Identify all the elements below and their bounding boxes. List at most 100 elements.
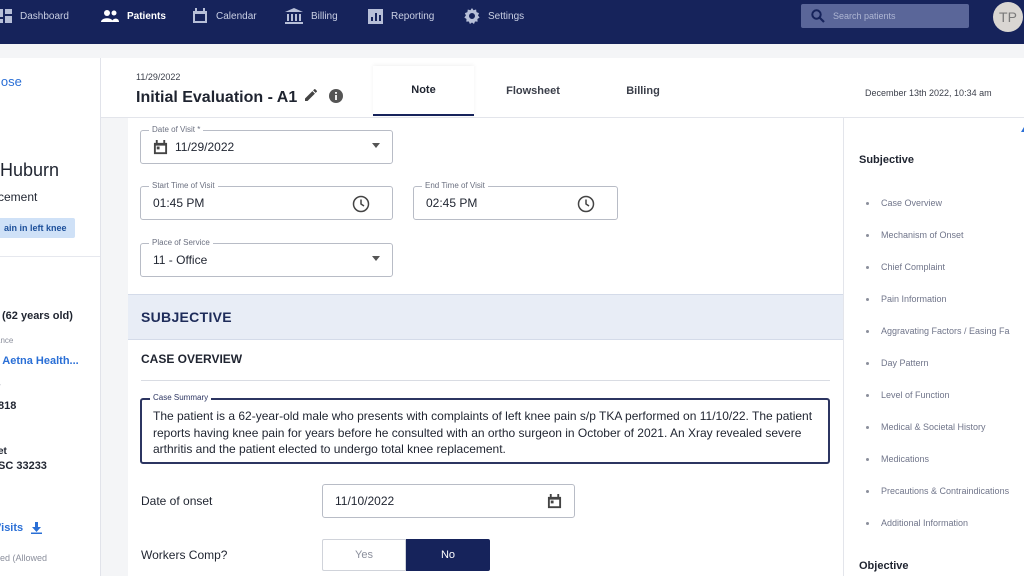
note-form: Date of Visit * 11/29/2022 Start Time of… bbox=[128, 118, 843, 576]
bullet-icon bbox=[866, 329, 869, 333]
subjective-section-header: SUBJECTIVE bbox=[128, 294, 843, 340]
search-input[interactable] bbox=[833, 11, 953, 21]
close-link[interactable]: lose bbox=[0, 74, 22, 89]
outline-item[interactable]: Medical & Societal History bbox=[866, 422, 986, 432]
outline-item[interactable]: Mechanism of Onset bbox=[866, 230, 964, 240]
scroll-up-icon[interactable] bbox=[1020, 126, 1024, 134]
workers-comp-yes-label: Yes bbox=[355, 549, 373, 561]
info-icon[interactable] bbox=[329, 89, 343, 108]
onset-date-field[interactable]: 11/10/2022 bbox=[322, 484, 575, 518]
tab-flowsheet[interactable]: Flowsheet bbox=[483, 66, 583, 116]
outline-item-label: Level of Function bbox=[881, 390, 950, 400]
visits-label: Visits bbox=[0, 522, 24, 534]
bullet-icon bbox=[866, 297, 869, 301]
bullet-icon bbox=[866, 489, 869, 493]
outline-subjective-heading[interactable]: Subjective bbox=[859, 154, 914, 166]
patient-age: (62 years old) bbox=[2, 310, 73, 322]
start-time-value: 01:45 PM bbox=[153, 196, 205, 210]
address-label: et bbox=[0, 446, 7, 457]
outline-item[interactable]: Level of Function bbox=[866, 390, 950, 400]
case-summary-textarea[interactable]: Case Summary The patient is a 62-year-ol… bbox=[140, 393, 830, 464]
nav-billing[interactable]: Billing bbox=[285, 0, 338, 32]
divider bbox=[141, 380, 830, 381]
tab-note-label: Note bbox=[411, 84, 436, 96]
insurance-link[interactable]: : Aetna Health... bbox=[0, 355, 79, 367]
patients-icon bbox=[101, 10, 119, 22]
end-time-label: End Time of Visit bbox=[422, 181, 488, 190]
visits-dot: . bbox=[0, 506, 1, 516]
bullet-icon bbox=[866, 265, 869, 269]
bullet-icon bbox=[866, 457, 869, 461]
tab-billing-label: Billing bbox=[626, 85, 660, 97]
patient-subtitle: cement bbox=[0, 190, 38, 204]
note-header: 11/29/2022 Initial Evaluation - A1 Note … bbox=[101, 58, 1024, 118]
workers-comp-no-label: No bbox=[440, 549, 456, 561]
date-of-visit-label: Date of Visit * bbox=[149, 125, 204, 134]
calendar-icon[interactable] bbox=[547, 494, 562, 509]
reporting-icon bbox=[368, 8, 383, 24]
end-time-field[interactable]: End Time of Visit 02:45 PM bbox=[413, 181, 618, 220]
start-time-label: Start Time of Visit bbox=[149, 181, 218, 190]
nav-settings-label: Settings bbox=[488, 10, 525, 22]
outline-item[interactable]: Case Overview bbox=[866, 198, 942, 208]
visits-download-link[interactable]: Visits bbox=[0, 522, 43, 534]
outline-item-label: Precautions & Contraindications bbox=[881, 486, 1010, 496]
start-time-field[interactable]: Start Time of Visit 01:45 PM bbox=[140, 181, 393, 220]
outline-item[interactable]: Pain Information bbox=[866, 294, 947, 304]
workers-comp-yes-button[interactable]: Yes bbox=[322, 539, 406, 571]
outline-item-label: Case Overview bbox=[881, 198, 943, 208]
note-timestamp: December 13th 2022, 10:34 am bbox=[865, 88, 992, 98]
note-title: Initial Evaluation - A1 bbox=[136, 89, 298, 106]
calendar-icon bbox=[193, 8, 207, 23]
patient-name: Huburn bbox=[0, 160, 60, 180]
outline-item-label: Aggravating Factors / Easing Fa bbox=[881, 326, 1010, 336]
nav-calendar-label: Calendar bbox=[216, 10, 257, 22]
outline-objective-heading[interactable]: Objective bbox=[859, 560, 909, 572]
nav-patients[interactable]: Patients bbox=[101, 0, 166, 32]
nav-calendar[interactable]: Calendar bbox=[192, 0, 257, 32]
download-icon bbox=[31, 522, 43, 534]
onset-label: Date of onset bbox=[141, 494, 213, 508]
clock-icon[interactable] bbox=[352, 195, 370, 213]
place-of-service-select[interactable]: Place of Service 11 - Office bbox=[140, 238, 393, 277]
bullet-icon bbox=[866, 233, 869, 237]
outline-item-label: Medications bbox=[881, 454, 930, 464]
nav-dashboard-label: Dashboard bbox=[20, 10, 69, 22]
nav-billing-label: Billing bbox=[311, 10, 338, 22]
nav-reporting-label: Reporting bbox=[391, 10, 435, 22]
tab-note[interactable]: Note bbox=[373, 66, 474, 116]
nav-dashboard[interactable]: Dashboard bbox=[0, 0, 69, 32]
patient-search[interactable] bbox=[801, 4, 969, 28]
place-of-service-value: 11 - Office bbox=[153, 253, 208, 267]
place-of-service-label: Place of Service bbox=[149, 238, 213, 247]
address-value: SC 33233 bbox=[0, 460, 47, 472]
date-of-visit-field[interactable]: Date of Visit * 11/29/2022 bbox=[140, 125, 393, 164]
complaint-chip: ain in left knee bbox=[0, 218, 75, 238]
user-avatar[interactable]: TP bbox=[993, 2, 1023, 32]
nav-reporting[interactable]: Reporting bbox=[368, 0, 434, 32]
outline-item-label: Day Pattern bbox=[881, 358, 929, 368]
outline-item[interactable]: Aggravating Factors / Easing Fa bbox=[866, 326, 1010, 336]
outline-item[interactable]: Day Pattern bbox=[866, 358, 929, 368]
outline-item[interactable]: Additional Information bbox=[866, 518, 968, 528]
workers-comp-no-button[interactable]: No bbox=[406, 539, 490, 571]
outline-item[interactable]: Precautions & Contraindications bbox=[866, 486, 1009, 496]
note-outline-panel: Subjective Case Overview Mechanism of Ons… bbox=[843, 118, 1024, 576]
bullet-icon bbox=[866, 521, 869, 525]
section-title: SUBJECTIVE bbox=[141, 309, 232, 325]
avatar-initials: TP bbox=[999, 9, 1017, 25]
outline-item[interactable]: Chief Complaint bbox=[866, 262, 945, 272]
clock-icon[interactable] bbox=[577, 195, 595, 213]
patient-info-panel: lose Huburn cement ain in left knee (62 … bbox=[0, 58, 101, 576]
tab-billing[interactable]: Billing bbox=[593, 66, 693, 116]
nav-settings[interactable]: Settings bbox=[464, 0, 524, 32]
outline-item-label: Mechanism of Onset bbox=[881, 230, 964, 240]
nav-patients-label: Patients bbox=[127, 10, 166, 22]
divider bbox=[0, 256, 100, 257]
edit-icon[interactable] bbox=[305, 88, 318, 106]
outline-item[interactable]: Medications bbox=[866, 454, 929, 464]
settings-icon bbox=[464, 8, 480, 24]
top-navigation-bar: Dashboard Patients Calendar Billing Repo… bbox=[0, 0, 1024, 44]
chevron-down-icon bbox=[372, 143, 380, 148]
outline-item-label: Additional Information bbox=[881, 518, 969, 528]
